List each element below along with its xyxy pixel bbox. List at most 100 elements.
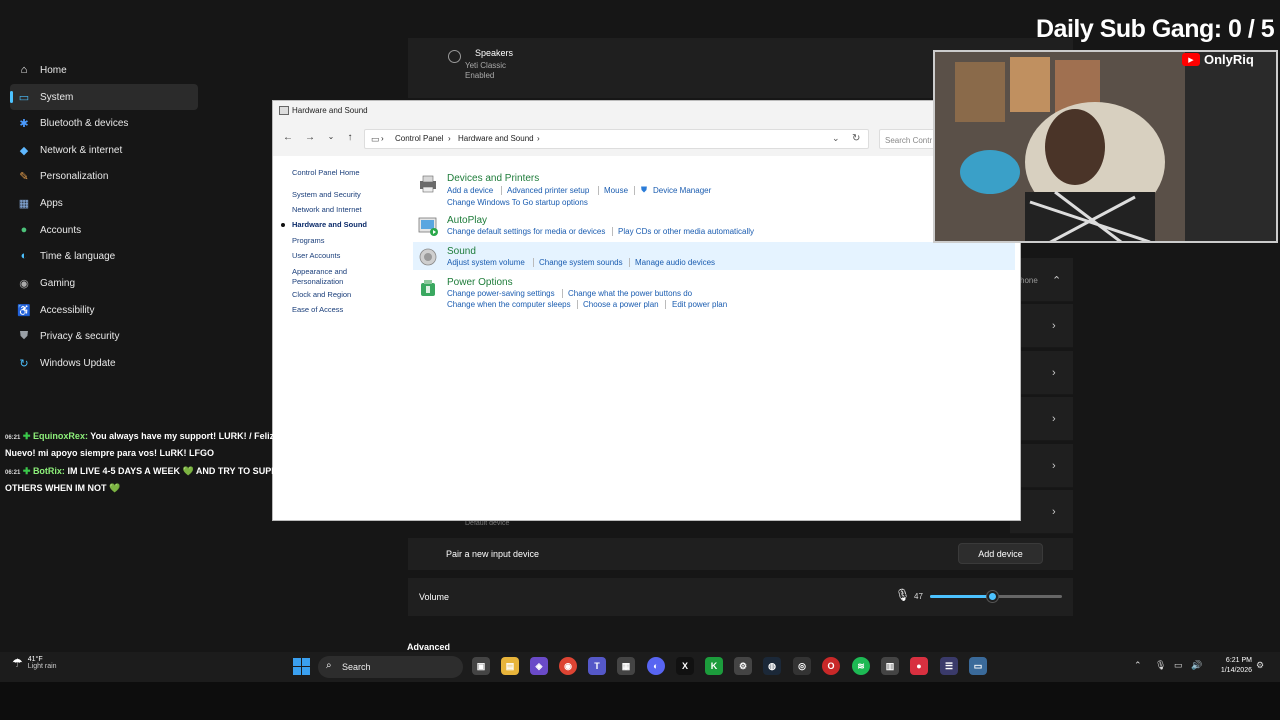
navigation-bar: ← → ⌄ ↑ ▭ › Control Panel › Hardware and…	[273, 121, 1020, 156]
chevron-up-icon[interactable]: ⌃	[1134, 660, 1142, 671]
mouse-link[interactable]: Mouse	[604, 186, 628, 195]
microphone-icon[interactable]: 🎙	[895, 588, 910, 602]
chevron-right-icon[interactable]: ›	[1052, 413, 1056, 425]
nav-item-gaming[interactable]: ◉ Gaming	[10, 270, 198, 296]
breadcrumb-hardware-sound[interactable]: Hardware and Sound	[458, 134, 534, 143]
kick-icon[interactable]: K	[705, 657, 723, 675]
play-cds-link[interactable]: Play CDs or other media automatically	[618, 227, 754, 236]
sound-title[interactable]: Sound	[447, 246, 476, 257]
task-view-icon[interactable]: ▣	[472, 657, 490, 675]
advanced-heading: Advanced	[407, 642, 451, 652]
advanced-printer-setup-link[interactable]: Advanced printer setup	[507, 186, 589, 195]
volume-slider-thumb[interactable]	[987, 591, 999, 602]
edit-power-plan-link[interactable]: Edit power plan	[672, 300, 727, 309]
link-control-panel-home[interactable]: Control Panel Home	[292, 168, 360, 178]
recent-locations-icon[interactable]: ⌄	[324, 132, 338, 141]
add-device-button[interactable]: Add device	[958, 543, 1043, 564]
microphone-icon[interactable]: 🎙	[1155, 660, 1166, 671]
clock[interactable]: 6:21 PM 1/14/2026	[1210, 656, 1252, 676]
link-clock-region[interactable]: Clock and Region	[292, 290, 351, 300]
chevron-right-icon[interactable]: ›	[1052, 460, 1056, 472]
chevron-up-icon[interactable]: ⌃	[1052, 274, 1061, 287]
network-icon[interactable]: ▭	[1174, 660, 1183, 671]
nav-item-label: Time & language	[40, 250, 116, 262]
link-appearance-personalization[interactable]: Appearance and Personalization	[292, 267, 367, 287]
chevron-right-icon[interactable]: ›	[1052, 320, 1056, 332]
forward-arrow-icon[interactable]: →	[303, 132, 317, 143]
chrome-icon[interactable]: ◉	[559, 657, 577, 675]
breadcrumb-control-panel[interactable]: Control Panel	[395, 134, 443, 143]
volume-slider[interactable]	[930, 591, 1062, 602]
nav-item-privacy-security[interactable]: ⛊ Privacy & security	[10, 323, 198, 349]
breadcrumb-separator[interactable]: ›	[537, 134, 540, 143]
search-control-panel-box[interactable]	[879, 129, 939, 149]
settings-icon[interactable]: ⚙	[734, 657, 752, 675]
link-ease-of-access[interactable]: Ease of Access	[292, 305, 343, 315]
speaker-status: Enabled	[465, 71, 495, 80]
link-user-accounts[interactable]: User Accounts	[292, 251, 340, 261]
choose-power-plan-link[interactable]: Choose a power plan	[583, 300, 659, 309]
nav-item-personalization[interactable]: ✎ Personalization	[10, 163, 198, 189]
chevron-right-icon[interactable]: ›	[1052, 506, 1056, 518]
change-default-media-link[interactable]: Change default settings for media or dev…	[447, 227, 605, 236]
store-icon[interactable]: ▦	[617, 657, 635, 675]
nav-item-windows-update[interactable]: ↻ Windows Update	[10, 350, 198, 376]
notification-icon[interactable]: ⚙	[1256, 660, 1264, 671]
device-manager-link[interactable]: Device Manager	[653, 186, 711, 195]
taskbar-search[interactable]: ⌕ Search	[318, 656, 463, 678]
breadcrumb-separator[interactable]: ›	[448, 134, 451, 143]
refresh-icon[interactable]: ↻	[852, 133, 860, 144]
computer-sleeps-link[interactable]: Change when the computer sleeps	[447, 300, 571, 309]
nav-item-accounts[interactable]: ● Accounts	[10, 217, 198, 243]
steam-icon[interactable]: ◍	[763, 657, 781, 675]
power-saving-link[interactable]: Change power-saving settings	[447, 289, 555, 298]
address-bar[interactable]: ▭ › Control Panel › Hardware and Sound ›…	[364, 129, 869, 149]
change-system-sounds-link[interactable]: Change system sounds	[539, 258, 623, 267]
weather-widget[interactable]: ☂ 41°F Light rain	[12, 656, 57, 670]
power-options-title[interactable]: Power Options	[447, 277, 513, 288]
chevron-right-icon[interactable]: ›	[1052, 367, 1056, 379]
app-icon[interactable]: ☰	[940, 657, 958, 675]
manage-audio-devices-link[interactable]: Manage audio devices	[635, 258, 715, 267]
title-bar[interactable]: Hardware and Sound	[273, 101, 1020, 121]
nav-item-label: Accounts	[40, 224, 82, 236]
chevron-down-icon[interactable]: ⌄	[832, 133, 840, 144]
devices-printers-title[interactable]: Devices and Printers	[447, 173, 539, 184]
file-explorer-icon[interactable]: ▤	[501, 657, 519, 675]
nav-item-time-language[interactable]: ◐ Time & language	[10, 243, 198, 269]
adjust-system-volume-link[interactable]: Adjust system volume	[447, 258, 525, 267]
up-arrow-icon[interactable]: ↑	[343, 132, 357, 143]
search-input[interactable]	[880, 131, 938, 148]
app-icon[interactable]: ▥	[881, 657, 899, 675]
nav-item-apps[interactable]: ▦ Apps	[10, 190, 198, 216]
autoplay-title[interactable]: AutoPlay	[447, 215, 487, 226]
nav-item-home[interactable]: ⌂ Home	[10, 57, 198, 83]
breadcrumb-separator[interactable]: ›	[381, 134, 384, 143]
nav-item-label: Home	[40, 64, 67, 76]
teams-icon[interactable]: T	[588, 657, 606, 675]
nav-item-accessibility[interactable]: ♿ Accessibility	[10, 297, 198, 323]
app-icon[interactable]: ◎	[793, 657, 811, 675]
link-system-security[interactable]: System and Security	[292, 190, 361, 200]
add-device-link[interactable]: Add a device	[447, 186, 493, 195]
back-arrow-icon[interactable]: ←	[281, 132, 295, 143]
volume-icon[interactable]: 🔊	[1191, 660, 1202, 671]
x-icon[interactable]: X	[676, 657, 694, 675]
obs-icon[interactable]: ●	[910, 657, 928, 675]
weather-desc: Light rain	[27, 663, 57, 670]
nav-item-bluetooth-devices[interactable]: ✱ Bluetooth & devices	[10, 110, 198, 136]
windows-start-icon[interactable]	[293, 658, 310, 675]
control-panel-taskbar-icon[interactable]: ▭	[969, 657, 987, 675]
speaker-radio[interactable]	[448, 50, 461, 63]
nav-item-system[interactable]: ▭ System	[10, 84, 198, 110]
spotify-icon[interactable]: ≋	[852, 657, 870, 675]
copilot-icon[interactable]: ◈	[530, 657, 548, 675]
discord-icon[interactable]: ◐	[647, 657, 665, 675]
windows-to-go-link[interactable]: Change Windows To Go startup options	[447, 198, 588, 207]
power-buttons-link[interactable]: Change what the power buttons do	[568, 289, 692, 298]
nav-item-network-internet[interactable]: ◆ Network & internet	[10, 137, 198, 163]
autoplay-icon	[418, 217, 438, 236]
link-network-internet[interactable]: Network and Internet	[292, 205, 362, 215]
opera-icon[interactable]: O	[822, 657, 840, 675]
link-programs[interactable]: Programs	[292, 236, 325, 246]
